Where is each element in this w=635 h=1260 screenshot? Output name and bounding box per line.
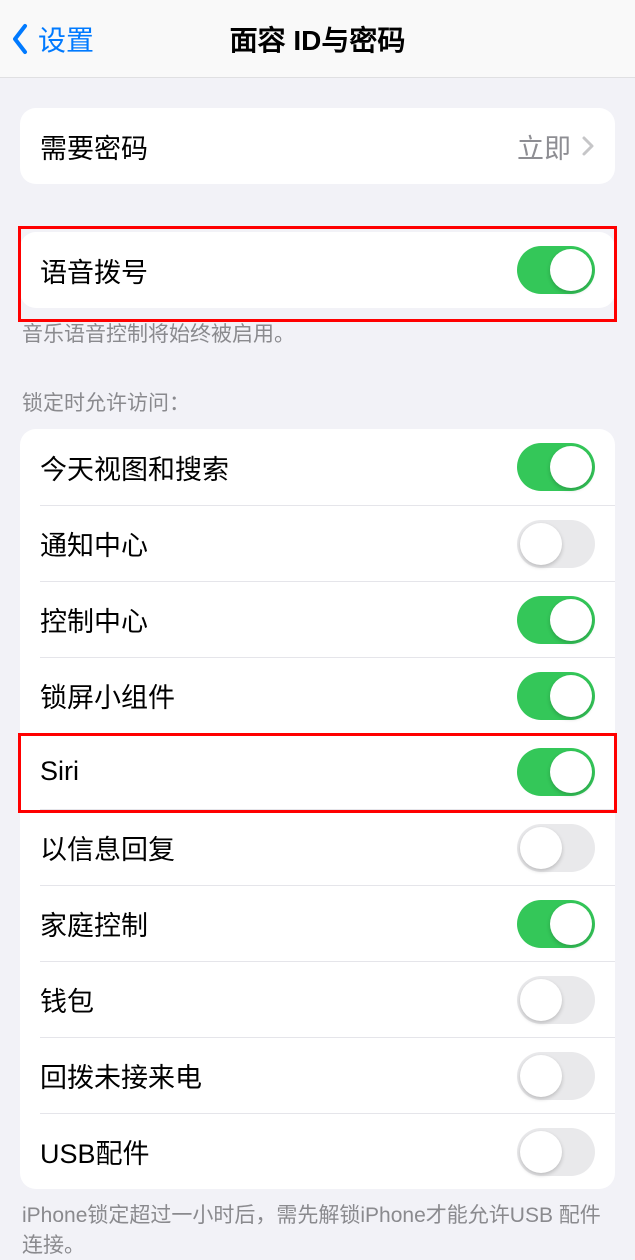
voice-dial-footer: 音乐语音控制将始终被启用。 bbox=[0, 308, 635, 349]
lock-access-row: USB配件 bbox=[20, 1113, 615, 1189]
lock-access-label: 控制中心 bbox=[40, 600, 148, 639]
voice-dial-toggle[interactable] bbox=[517, 246, 595, 294]
lock-access-label: 以信息回复 bbox=[40, 828, 175, 867]
lock-access-row: 钱包 bbox=[20, 961, 615, 1037]
lock-access-toggle[interactable] bbox=[517, 672, 595, 720]
lock-access-label: 锁屏小组件 bbox=[40, 676, 175, 715]
lock-access-row: 以信息回复 bbox=[20, 809, 615, 885]
page-title: 面容 ID与密码 bbox=[230, 19, 406, 59]
lock-access-toggle[interactable] bbox=[517, 443, 595, 491]
lock-access-row: 今天视图和搜索 bbox=[20, 429, 615, 505]
require-passcode-value: 立即 bbox=[517, 127, 571, 166]
lock-access-toggle[interactable] bbox=[517, 824, 595, 872]
lock-access-label: USB配件 bbox=[40, 1132, 150, 1171]
lock-access-row: Siri bbox=[20, 733, 615, 809]
chevron-right-icon bbox=[581, 135, 595, 157]
lock-access-row: 控制中心 bbox=[20, 581, 615, 657]
lock-access-label: 今天视图和搜索 bbox=[40, 448, 229, 487]
lock-access-label: 回拨未接来电 bbox=[40, 1056, 202, 1095]
voice-dial-label: 语音拨号 bbox=[40, 251, 148, 290]
back-button[interactable]: 设置 bbox=[0, 19, 94, 59]
lock-access-toggle[interactable] bbox=[517, 900, 595, 948]
navigation-bar: 设置 面容 ID与密码 bbox=[0, 0, 635, 78]
require-passcode-group: 需要密码 立即 bbox=[20, 108, 615, 184]
chevron-left-icon bbox=[10, 22, 30, 56]
lock-access-label: Siri bbox=[40, 756, 79, 787]
lock-access-label: 家庭控制 bbox=[40, 904, 148, 943]
voice-dial-group: 语音拨号 bbox=[20, 232, 615, 308]
voice-dial-row: 语音拨号 bbox=[20, 232, 615, 308]
lock-access-toggle[interactable] bbox=[517, 976, 595, 1024]
lock-access-label: 钱包 bbox=[40, 980, 94, 1019]
lock-access-toggle[interactable] bbox=[517, 520, 595, 568]
back-label: 设置 bbox=[38, 19, 94, 59]
lock-access-label: 通知中心 bbox=[40, 524, 148, 563]
lock-access-toggle[interactable] bbox=[517, 596, 595, 644]
lock-access-group: 今天视图和搜索通知中心控制中心锁屏小组件 Siri 以信息回复家庭控制钱包回拨未接来… bbox=[20, 429, 615, 1189]
lock-access-toggle[interactable] bbox=[517, 1128, 595, 1176]
require-passcode-row[interactable]: 需要密码 立即 bbox=[20, 108, 615, 184]
require-passcode-label: 需要密码 bbox=[40, 127, 148, 166]
lock-access-row: 回拨未接来电 bbox=[20, 1037, 615, 1113]
lock-access-toggle[interactable] bbox=[517, 1052, 595, 1100]
lock-access-row: 通知中心 bbox=[20, 505, 615, 581]
lock-access-header: 锁定时允许访问： bbox=[0, 387, 635, 429]
lock-access-toggle[interactable] bbox=[517, 748, 595, 796]
lock-access-footer: iPhone锁定超过一小时后，需先解锁iPhone才能允许USB 配件连接。 bbox=[0, 1189, 635, 1260]
lock-access-row: 家庭控制 bbox=[20, 885, 615, 961]
lock-access-row: 锁屏小组件 bbox=[20, 657, 615, 733]
